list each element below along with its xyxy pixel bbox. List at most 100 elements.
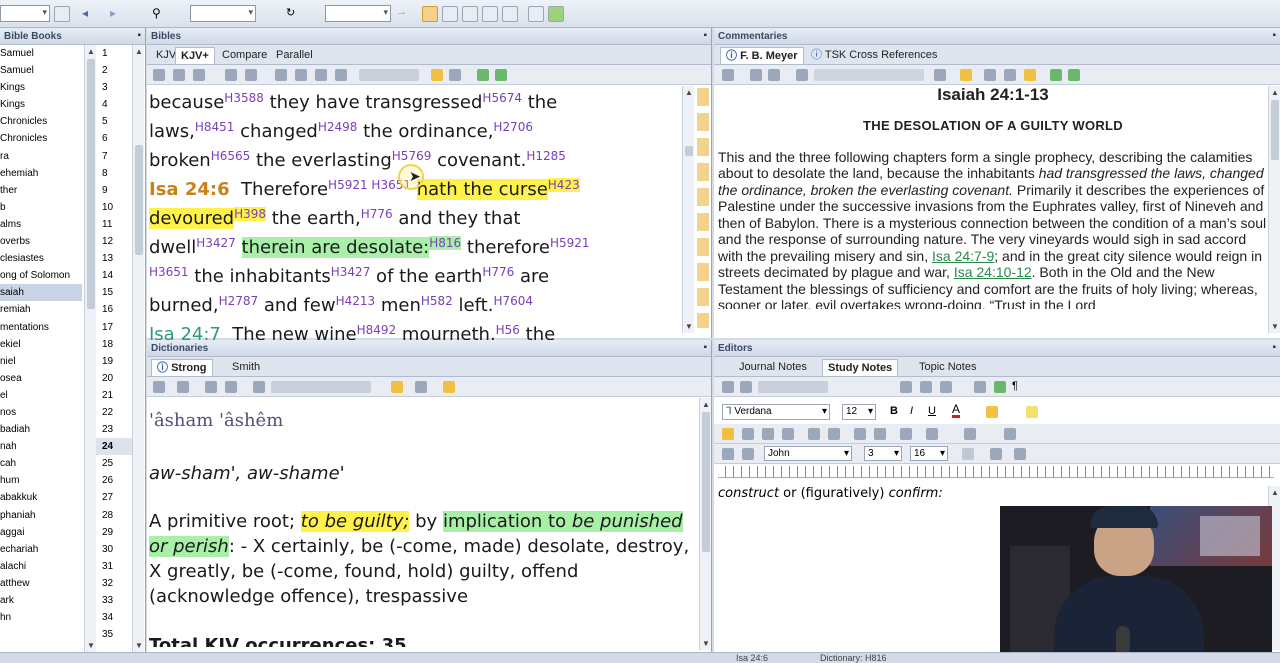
layout-3-icon[interactable] [462,6,478,22]
chapter-select[interactable]: 3 ▾ [864,446,902,461]
list-icon[interactable] [253,381,265,393]
pin-icon[interactable]: ▪ [703,30,707,41]
copy-icon[interactable] [722,69,734,81]
scripture-link[interactable]: Isa 24:7-9 [932,248,994,264]
strongs-number[interactable]: H5769 [392,149,432,163]
layout-4-icon[interactable] [482,6,498,22]
export-icon[interactable] [994,381,1006,393]
book-item[interactable]: hum [0,472,82,489]
chapter-item[interactable]: 1 [96,45,132,62]
chapter-item[interactable]: 9 [96,182,132,199]
insert-icon[interactable] [1004,428,1016,440]
strongs-number[interactable]: H582 [421,294,453,308]
chapter-item[interactable]: 22 [96,404,132,421]
book-item[interactable]: el [0,387,82,404]
strongs-number[interactable]: H5921 [550,236,590,250]
chapter-item[interactable]: 15 [96,284,132,301]
strongs-number[interactable]: H8451 [195,120,235,134]
layout-2-icon[interactable] [442,6,458,22]
next-icon[interactable] [495,69,507,81]
back-icon[interactable] [153,381,165,393]
strongs-number[interactable]: H2706 [493,120,533,134]
list-icon[interactable] [796,69,808,81]
outdent-icon[interactable] [854,428,866,440]
pin-icon[interactable]: ▪ [703,342,707,353]
book-item[interactable]: mentations [0,319,82,336]
dictionary-scrollbar[interactable]: ▲ ▼ [699,398,711,650]
chapter-item[interactable]: 32 [96,575,132,592]
underline-button[interactable]: U [928,405,936,417]
tab-compare[interactable]: Compare [217,47,272,64]
bookmark-icon[interactable] [245,69,257,81]
back-icon[interactable]: ◂ [82,6,98,22]
book-item[interactable]: remiah [0,301,82,318]
editor-content[interactable]: construct or (figuratively) confirm: [718,486,943,501]
strongs-number[interactable]: H4213 [336,294,376,308]
back-icon[interactable] [153,69,165,81]
book-item[interactable]: Chronicles [0,130,82,147]
book-item[interactable]: osea [0,370,82,387]
book-item[interactable]: phaniah [0,507,82,524]
book-item[interactable]: cah [0,455,82,472]
tab-parallel[interactable]: Parallel [271,47,318,64]
bold-button[interactable]: B [890,405,898,417]
search-icon[interactable] [225,69,237,81]
chapter-item[interactable]: 29 [96,524,132,541]
toolbar-button[interactable] [54,6,70,22]
search-icon[interactable] [750,69,762,81]
chapter-item[interactable]: 4 [96,96,132,113]
book-item[interactable]: niel [0,353,82,370]
print-icon[interactable] [193,69,205,81]
book-icon[interactable] [415,381,427,393]
strongs-number[interactable]: H56 [496,323,520,337]
new-icon[interactable] [722,381,734,393]
book-select[interactable]: John ▾ [764,446,852,461]
magnify-icon[interactable] [391,381,403,393]
spacing-icon[interactable] [900,428,912,440]
chapter-item[interactable]: 21 [96,387,132,404]
chapter-item[interactable]: 17 [96,319,132,336]
book-item[interactable]: ark [0,592,82,609]
strongs-number[interactable]: H398 [234,207,267,221]
strongs-number[interactable]: H1285 [526,149,566,163]
zoom-out-icon[interactable] [335,69,347,81]
edit-icon[interactable] [742,448,754,460]
book-item[interactable]: hn [0,609,82,626]
chapter-item[interactable]: 11 [96,216,132,233]
chapter-item[interactable]: 26 [96,472,132,489]
chapter-item[interactable]: 16 [96,301,132,318]
book-item[interactable]: nos [0,404,82,421]
prev-icon[interactable] [1050,69,1062,81]
book-item[interactable]: b [0,199,82,216]
pin-icon[interactable]: ▪ [1272,342,1276,353]
table-grid-icon[interactable] [964,428,976,440]
book-item[interactable]: ong of Solomon [0,267,82,284]
highlight-icon[interactable] [960,69,972,81]
strongs-number[interactable]: H2787 [219,294,259,308]
strongs-number[interactable]: H3651 [149,265,189,279]
comment-icon[interactable] [1026,406,1038,418]
clipboard-icons[interactable] [758,381,828,393]
strongs-number[interactable]: H5921 [328,178,368,192]
layout-1-icon[interactable] [422,6,438,22]
book-item[interactable]: Kings [0,79,82,96]
font-icon[interactable] [295,69,307,81]
magnify-icon[interactable] [431,69,443,81]
bookmark-icon[interactable] [768,69,780,81]
chapter-item[interactable]: 28 [96,507,132,524]
indent-icon[interactable] [874,428,886,440]
book-scrollbar[interactable]: ▲ ▼ [84,45,96,652]
link-icon[interactable] [962,448,974,460]
chapter-scrollbar[interactable]: ▲ ▼ [132,45,144,652]
strongs-number[interactable]: H816 [429,236,462,250]
align-left-icon[interactable] [722,428,734,440]
italic-button[interactable]: I [910,405,913,417]
border-icon[interactable] [926,428,938,440]
highlight-color-button[interactable] [986,406,998,418]
refresh-icon[interactable]: ↻ [286,6,302,22]
bullets-icon[interactable] [808,428,820,440]
image-icon[interactable] [940,381,952,393]
tab-kjv-plus[interactable]: KJV+ [175,47,215,64]
chapter-item[interactable]: 13 [96,250,132,267]
tab-study-notes[interactable]: Study Notes [822,359,899,376]
